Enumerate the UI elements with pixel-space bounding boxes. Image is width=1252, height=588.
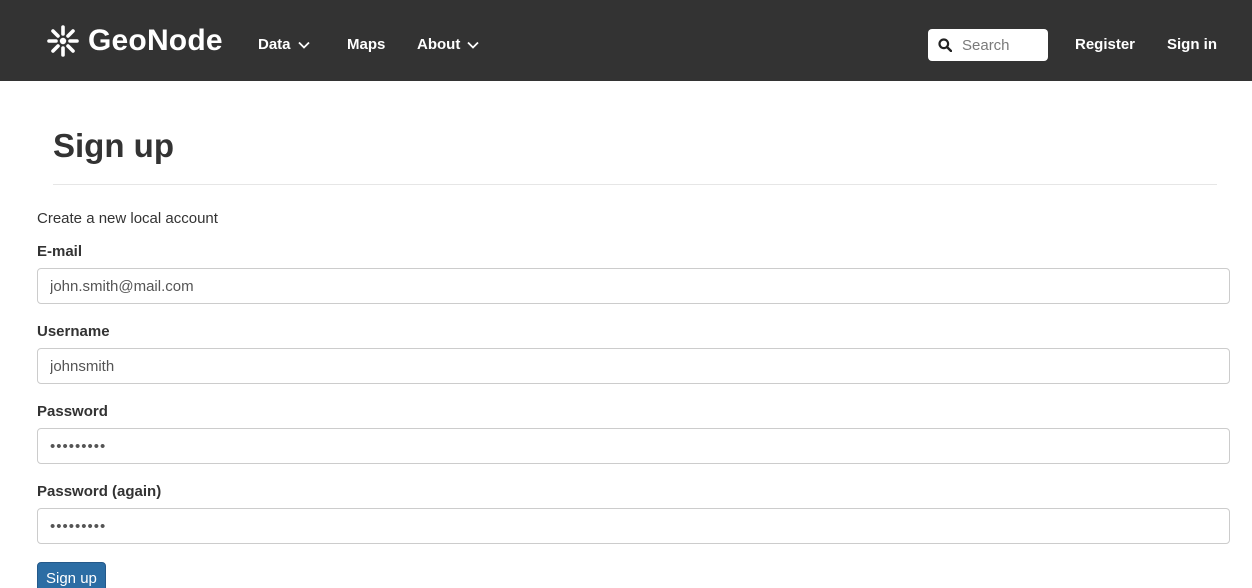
form-intro-text: Create a new local account xyxy=(37,210,218,227)
sign-up-button[interactable]: Sign up xyxy=(37,562,106,588)
sign-in-label: Sign in xyxy=(1167,36,1217,53)
brand-logo[interactable]: GeoNode xyxy=(44,22,223,60)
search-box[interactable] xyxy=(928,29,1048,61)
nav-maps-link[interactable]: Maps xyxy=(347,36,385,54)
nav-about-menu[interactable]: About xyxy=(417,36,479,54)
email-label: E-mail xyxy=(37,243,83,260)
register-link[interactable]: Register xyxy=(1075,36,1135,54)
top-navbar: GeoNode Data Maps About Register Sign in xyxy=(0,0,1252,81)
username-label: Username xyxy=(37,323,110,340)
username-field[interactable] xyxy=(37,348,1230,384)
geonode-logo-icon xyxy=(44,23,82,59)
page-title: Sign up xyxy=(53,127,174,164)
nav-data-menu[interactable]: Data xyxy=(258,36,310,54)
password-field[interactable] xyxy=(37,428,1230,464)
nav-data-label: Data xyxy=(258,36,291,53)
password-label: Password xyxy=(37,403,108,420)
nav-maps-label: Maps xyxy=(347,36,386,53)
title-divider xyxy=(53,184,1217,185)
chevron-down-icon xyxy=(467,41,479,49)
search-input[interactable] xyxy=(962,36,1042,54)
register-label: Register xyxy=(1075,36,1136,53)
chevron-down-icon xyxy=(297,41,310,49)
password-again-field[interactable] xyxy=(37,508,1230,544)
brand-name: GeoNode xyxy=(88,24,223,57)
nav-about-label: About xyxy=(417,36,461,53)
email-field[interactable] xyxy=(37,268,1230,304)
password-again-label: Password (again) xyxy=(37,483,162,500)
sign-in-link[interactable]: Sign in xyxy=(1167,36,1217,54)
search-icon xyxy=(938,38,952,52)
